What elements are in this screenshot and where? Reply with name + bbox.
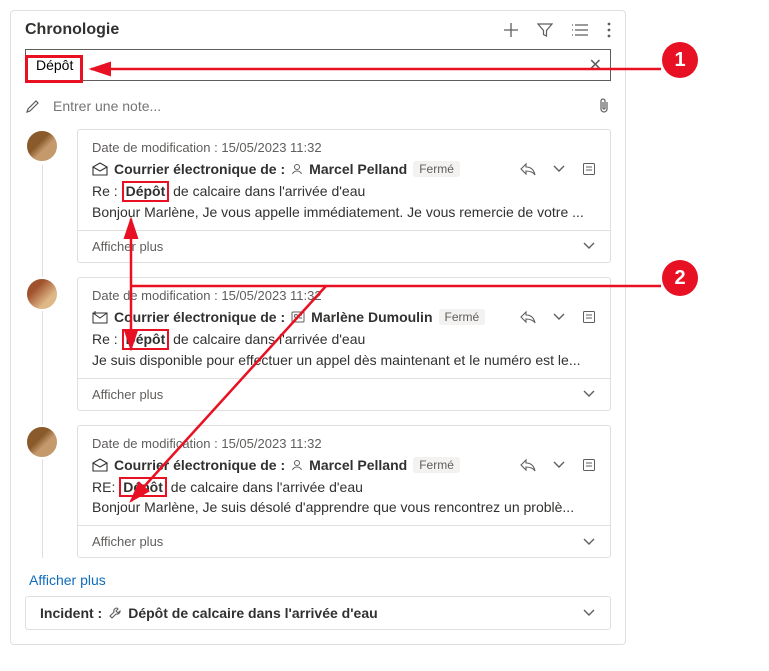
from-row: Courrier électronique de : Marlène Dumou… <box>92 309 596 325</box>
person-icon <box>291 163 303 175</box>
status-badge: Fermé <box>413 161 460 177</box>
annotation-callout-1: 1 <box>662 42 698 78</box>
email-preview: Bonjour Marlène, Je suis désolé d'appren… <box>92 499 596 515</box>
clear-search-icon[interactable]: ✕ <box>589 55 602 75</box>
from-row: Courrier électronique de : Marcel Pellan… <box>92 161 596 177</box>
chevron-down-icon[interactable] <box>552 164 566 174</box>
note-input[interactable] <box>51 97 587 115</box>
show-more-button[interactable]: Afficher plus <box>78 230 610 262</box>
search-box[interactable]: ✕ <box>25 49 611 81</box>
entry-card[interactable]: Date de modification : 15/05/2023 11:32 … <box>77 277 611 411</box>
email-subject: Re : Dépôt de calcaire dans l'arrivée d'… <box>92 181 596 202</box>
pencil-icon[interactable] <box>25 98 41 114</box>
mail-open-icon <box>92 162 108 176</box>
from-label: Courrier électronique de : <box>114 457 285 473</box>
timeline-entry: Date de modification : 15/05/2023 11:32 … <box>25 129 611 263</box>
mail-in-icon <box>92 310 108 324</box>
chevron-down-icon[interactable] <box>552 312 566 322</box>
add-icon[interactable] <box>503 22 519 38</box>
chevron-down-icon <box>582 537 596 547</box>
attachment-icon[interactable] <box>597 98 611 114</box>
email-subject: RE: Dépôt de calcaire dans l'arrivée d'e… <box>92 477 596 498</box>
note-icon[interactable] <box>582 310 596 324</box>
search-match-highlight: Dépôt <box>122 181 170 202</box>
sender-name: Marcel Pelland <box>309 457 407 473</box>
timeline-entry: Date de modification : 15/05/2023 11:32 … <box>25 425 611 559</box>
search-match-highlight: Dépôt <box>119 477 167 498</box>
panel-title: Chronologie <box>25 21 119 39</box>
incident-box[interactable]: Incident : Dépôt de calcaire dans l'arri… <box>25 596 611 630</box>
reply-icon[interactable] <box>520 310 536 324</box>
timeline-panel: Chronologie ✕ Date de modification : 15/… <box>10 10 626 645</box>
entry-card[interactable]: Date de modification : 15/05/2023 11:32 … <box>77 425 611 559</box>
sender-name: Marcel Pelland <box>309 161 407 177</box>
timeline-list: Date de modification : 15/05/2023 11:32 … <box>25 129 611 558</box>
modification-date: Date de modification : 15/05/2023 11:32 <box>92 140 596 155</box>
mail-open-icon <box>92 458 108 472</box>
from-row: Courrier électronique de : Marcel Pellan… <box>92 457 596 473</box>
avatar <box>25 129 59 163</box>
email-preview: Bonjour Marlène, Je vous appelle immédia… <box>92 204 596 220</box>
chevron-down-icon <box>582 389 596 399</box>
reply-icon[interactable] <box>520 162 536 176</box>
status-badge: Fermé <box>439 309 486 325</box>
entry-actions <box>520 162 596 176</box>
entry-actions <box>520 458 596 472</box>
filter-icon[interactable] <box>537 22 553 38</box>
incident-label: Incident : <box>40 605 102 621</box>
sender-name: Marlène Dumoulin <box>311 309 432 325</box>
note-icon[interactable] <box>582 458 596 472</box>
search-input[interactable] <box>34 56 589 74</box>
list-order-icon[interactable] <box>571 22 589 38</box>
entry-card[interactable]: Date de modification : 15/05/2023 11:32 … <box>77 129 611 263</box>
from-label: Courrier électronique de : <box>114 309 285 325</box>
chevron-down-icon[interactable] <box>552 460 566 470</box>
panel-header: Chronologie <box>25 21 611 39</box>
chevron-down-icon <box>582 241 596 251</box>
show-more-button[interactable]: Afficher plus <box>78 378 610 410</box>
reply-icon[interactable] <box>520 458 536 472</box>
from-label: Courrier électronique de : <box>114 161 285 177</box>
header-actions <box>503 22 611 38</box>
contact-card-icon <box>291 311 305 323</box>
note-icon[interactable] <box>582 162 596 176</box>
entry-actions <box>520 310 596 324</box>
email-preview: Je suis disponible pour effectuer un app… <box>92 352 596 368</box>
modification-date: Date de modification : 15/05/2023 11:32 <box>92 436 596 451</box>
show-all-link[interactable]: Afficher plus <box>29 572 106 588</box>
wrench-icon <box>108 606 122 620</box>
avatar <box>25 425 59 459</box>
incident-title: Dépôt de calcaire dans l'arrivée d'eau <box>128 605 377 621</box>
timeline-entry: Date de modification : 15/05/2023 11:32 … <box>25 277 611 411</box>
annotation-callout-2: 2 <box>662 260 698 296</box>
note-row <box>25 91 611 129</box>
more-vertical-icon[interactable] <box>607 22 611 38</box>
status-badge: Fermé <box>413 457 460 473</box>
email-subject: Re : Dépôt de calcaire dans l'arrivée d'… <box>92 329 596 350</box>
show-more-button[interactable]: Afficher plus <box>78 525 610 557</box>
person-icon <box>291 459 303 471</box>
modification-date: Date de modification : 15/05/2023 11:32 <box>92 288 596 303</box>
search-match-highlight: Dépôt <box>122 329 170 350</box>
avatar <box>25 277 59 311</box>
chevron-down-icon[interactable] <box>582 608 596 618</box>
